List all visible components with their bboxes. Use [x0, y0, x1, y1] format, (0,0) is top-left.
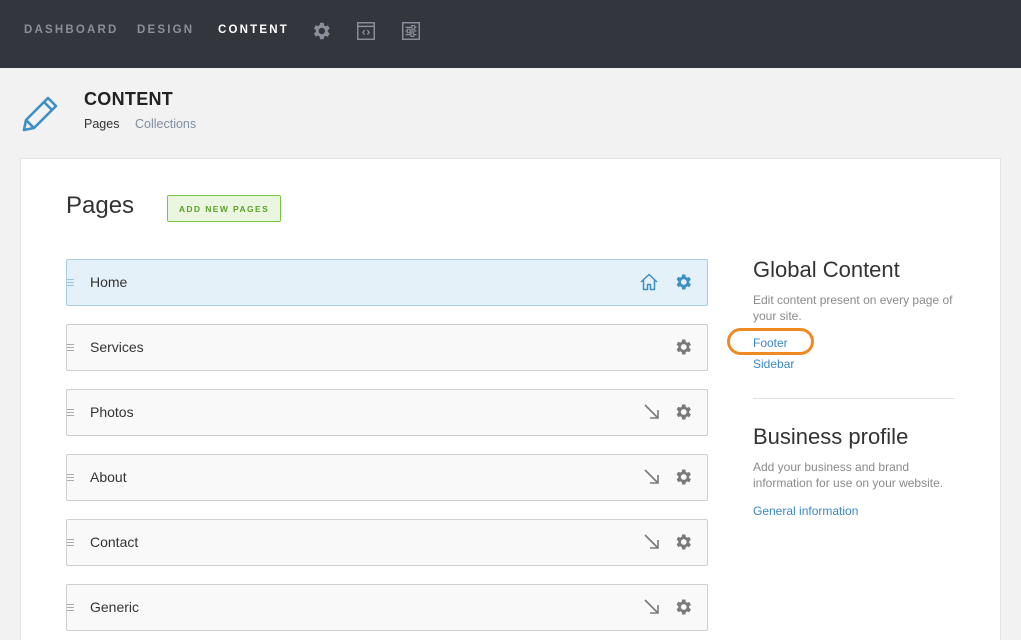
page-row-generic[interactable]: Generic	[66, 584, 708, 631]
page-row-label: Generic	[90, 599, 140, 615]
gear-icon[interactable]	[673, 337, 693, 357]
page-row-label: Home	[90, 274, 128, 290]
gear-icon[interactable]	[673, 272, 693, 292]
drag-handle[interactable]	[67, 604, 74, 613]
arrow-down-right-icon[interactable]	[642, 402, 662, 422]
drag-handle[interactable]	[67, 344, 74, 353]
page-row-photos[interactable]: Photos	[66, 389, 708, 436]
drag-handle[interactable]	[67, 474, 74, 483]
global-content-heading: Global Content	[753, 257, 900, 282]
drag-handle[interactable]	[67, 409, 74, 418]
page-row-home[interactable]: Home	[66, 259, 708, 306]
business-profile-heading: Business profile	[753, 424, 909, 449]
gear-icon[interactable]	[673, 467, 693, 487]
arrow-down-right-icon[interactable]	[642, 532, 662, 552]
drag-handle[interactable]	[67, 279, 74, 288]
gear-icon[interactable]	[310, 20, 332, 42]
page-row-about[interactable]: About	[66, 454, 708, 501]
nav-dashboard[interactable]: DASHBOARD	[24, 24, 119, 36]
arrow-down-right-icon[interactable]	[642, 597, 662, 617]
page-row-services[interactable]: Services	[66, 324, 708, 371]
gear-icon[interactable]	[673, 597, 693, 617]
add-new-pages-button[interactable]: ADD NEW PAGES	[167, 195, 281, 222]
gear-icon[interactable]	[673, 402, 693, 422]
drag-handle[interactable]	[67, 539, 74, 548]
subnav-pages[interactable]: Pages	[84, 117, 119, 131]
pencil-icon	[20, 92, 62, 134]
code-window-icon[interactable]	[355, 20, 377, 42]
footer-link[interactable]: Footer	[753, 336, 788, 350]
settings-panel-icon[interactable]	[400, 20, 422, 42]
top-nav-bar: DASHBOARD DESIGN CONTENT	[0, 0, 1021, 68]
page-row-contact[interactable]: Contact	[66, 519, 708, 566]
page-row-label: Photos	[90, 404, 134, 420]
subnav-collections[interactable]: Collections	[135, 117, 196, 131]
page-row-label: About	[90, 469, 127, 485]
business-profile-description: Add your business and brand information …	[753, 460, 944, 490]
general-information-link[interactable]: General information	[753, 504, 858, 518]
nav-content[interactable]: CONTENT	[218, 24, 289, 36]
pages-heading: Pages	[66, 192, 135, 219]
arrow-down-right-icon[interactable]	[642, 467, 662, 487]
page-title: CONTENT	[84, 89, 174, 109]
nav-design[interactable]: DESIGN	[137, 24, 194, 36]
sidebar-link[interactable]: Sidebar	[753, 357, 794, 371]
global-content-description: Edit content present on every page of yo…	[753, 293, 953, 323]
divider	[753, 398, 955, 399]
home-icon[interactable]	[639, 272, 659, 292]
page-row-label: Contact	[90, 534, 139, 550]
gear-icon[interactable]	[673, 532, 693, 552]
page-row-label: Services	[90, 339, 144, 355]
